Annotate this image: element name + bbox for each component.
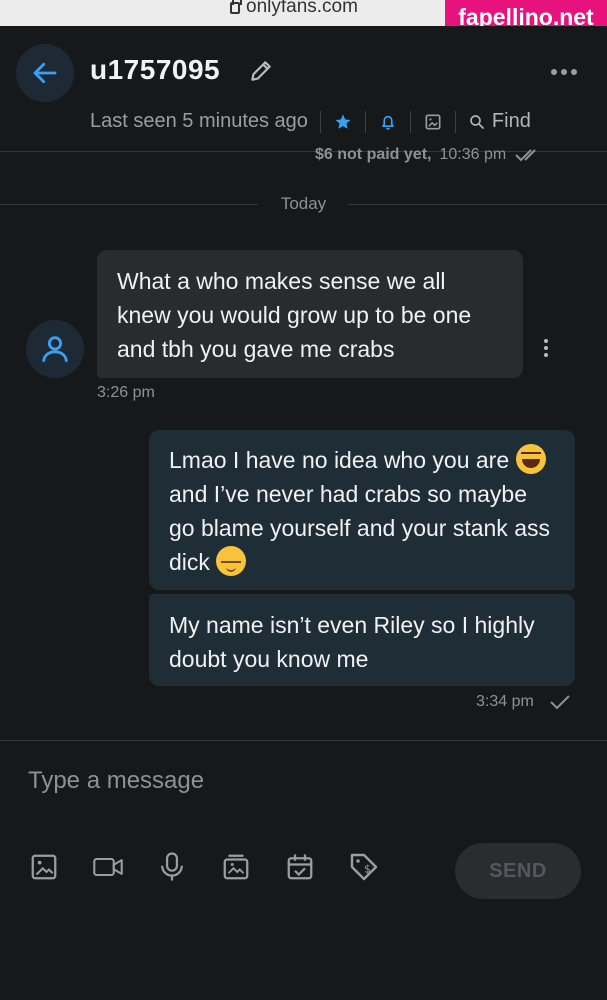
last-seen-text: Last seen 5 minutes ago [90, 110, 308, 132]
date-divider-label: Today [280, 194, 327, 213]
double-check-icon [515, 149, 536, 162]
message-time: 3:34 pm [476, 693, 534, 710]
star-icon[interactable] [333, 112, 353, 132]
outgoing-message-bubble[interactable]: My name isn’t even Riley so I highly dou… [149, 594, 575, 686]
svg-text:$: $ [364, 862, 371, 875]
find-label: Find [491, 110, 531, 132]
chat-username[interactable]: u1757095 [90, 54, 220, 86]
attach-image-button[interactable] [28, 851, 60, 883]
schedule-button[interactable] [284, 851, 316, 883]
url-text: onlyfans.com [246, 0, 358, 17]
outgoing-message-bubble[interactable]: Lmao I have no idea who you are and I’ve… [149, 430, 575, 590]
message-input[interactable] [28, 767, 568, 795]
vault-button[interactable] [220, 851, 252, 883]
composer-toolbar: $ [28, 851, 380, 883]
previous-message-time: 10:36 pm [439, 146, 507, 163]
edit-name-button[interactable] [248, 58, 274, 89]
back-arrow-icon [33, 62, 57, 84]
payment-status: $6 not paid yet, [315, 146, 432, 163]
avatar[interactable] [26, 320, 84, 378]
message-text: Lmao I have no idea who you are [169, 447, 510, 473]
url-display: onlyfans.com [230, 0, 358, 18]
check-icon [550, 695, 570, 710]
back-button[interactable] [16, 44, 74, 102]
microphone-icon [161, 852, 183, 881]
price-tag-icon: $ [350, 853, 378, 881]
chat-header: u1757095 Last seen 5 minutes ago Find [0, 26, 607, 152]
lock-icon [230, 0, 242, 14]
attach-video-button[interactable] [92, 851, 124, 883]
price-button[interactable]: $ [348, 851, 380, 883]
status-row: Last seen 5 minutes ago Find [90, 110, 531, 133]
incoming-message-bubble[interactable]: What a who makes sense we all knew you w… [97, 250, 523, 378]
image-icon [31, 854, 57, 880]
record-audio-button[interactable] [156, 851, 188, 883]
message-composer: $ SEND [0, 740, 607, 1000]
calendar-check-icon [287, 854, 313, 880]
image-icon[interactable] [423, 112, 443, 132]
bell-icon[interactable] [378, 112, 398, 132]
message-time: 3:26 pm [97, 384, 155, 401]
video-icon [93, 857, 123, 877]
message-options-button[interactable] [544, 339, 548, 357]
search-icon [470, 114, 484, 129]
user-icon [42, 336, 68, 362]
media-vault-icon [223, 854, 249, 880]
more-options-button[interactable] [551, 69, 577, 75]
relieved-face-emoji-icon [216, 546, 247, 576]
previous-message-meta: $6 not paid yet, 10:36 pm [315, 146, 542, 164]
tears-of-joy-emoji-icon [515, 444, 546, 474]
find-button[interactable]: Find [468, 110, 531, 133]
pencil-icon [251, 61, 271, 81]
send-button[interactable]: SEND [455, 843, 581, 899]
